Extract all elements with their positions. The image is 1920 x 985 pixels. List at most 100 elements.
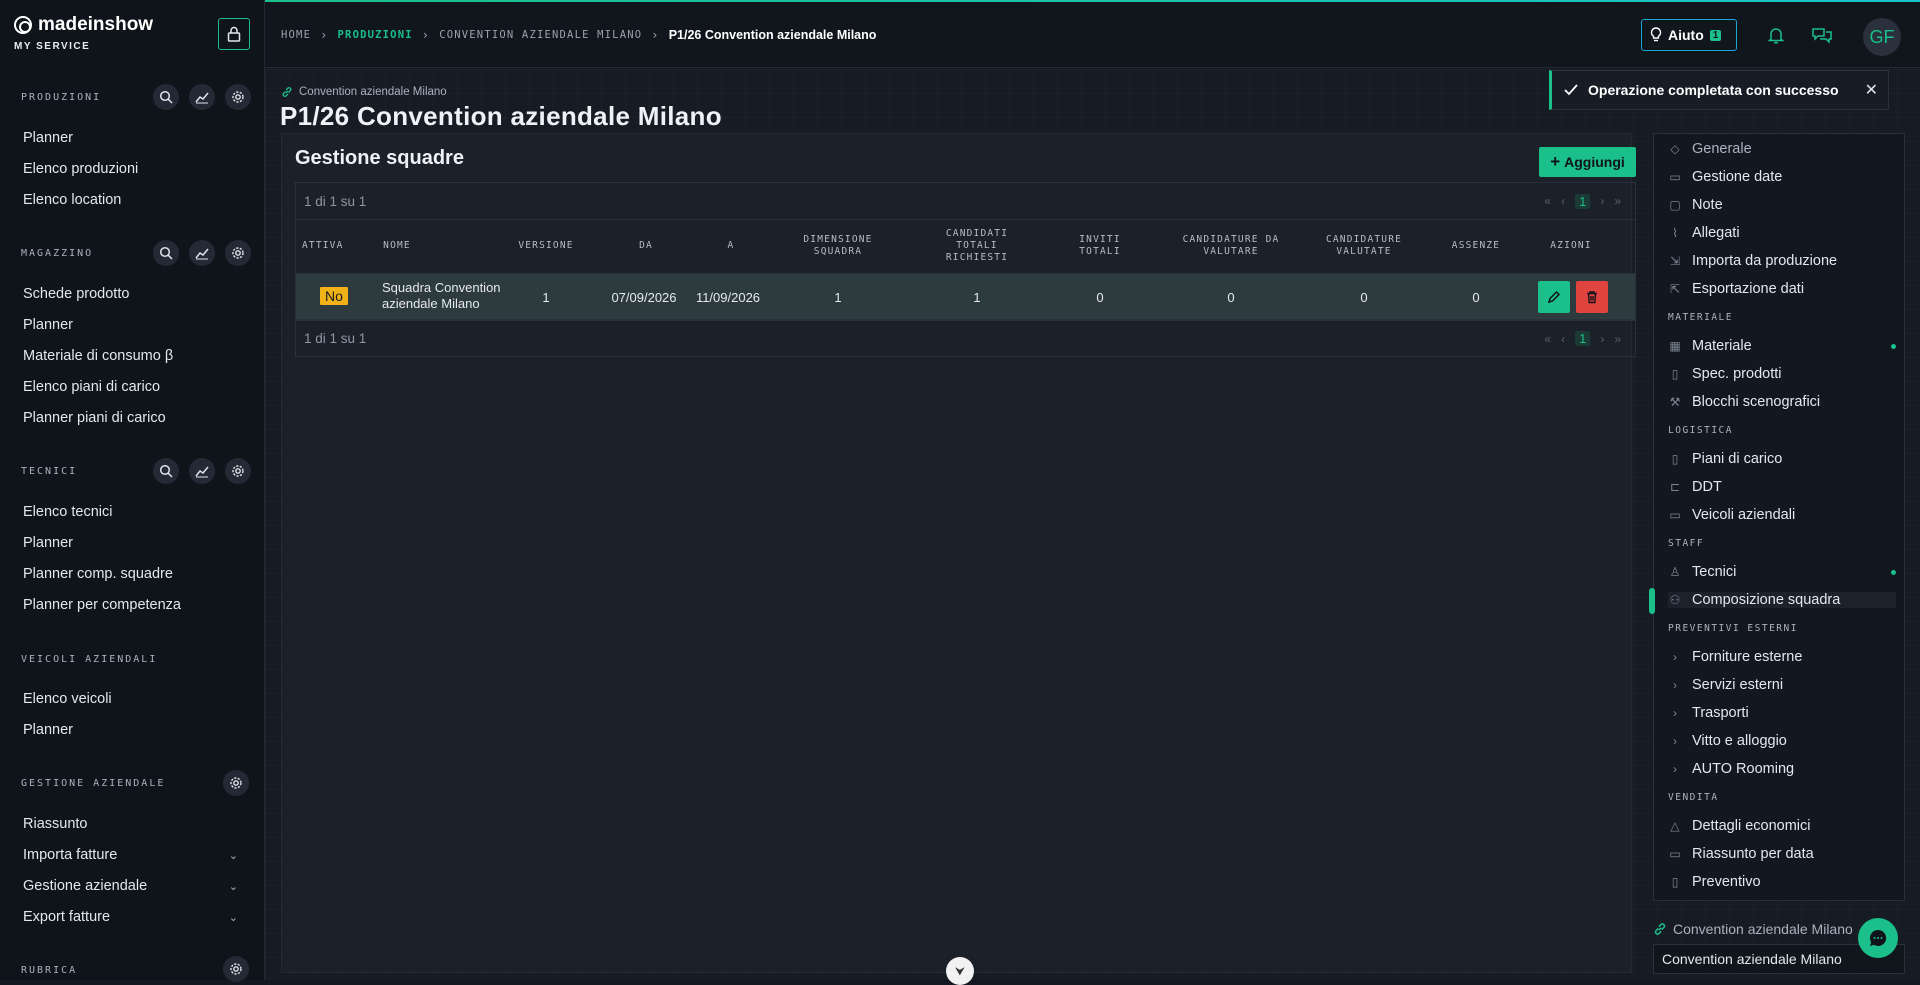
nav-label: Materiale xyxy=(1692,338,1752,354)
lock-button[interactable] xyxy=(218,18,250,50)
success-toast: Operazione completata con successo ✕ xyxy=(1549,70,1889,110)
nav-dettagli-economici[interactable]: △ Dettagli economici xyxy=(1668,818,1896,834)
nav-blocchi-scenografici[interactable]: ⚒ Blocchi scenografici xyxy=(1668,394,1896,410)
nav-veicoli-aziendali[interactable]: ▭ Veicoli aziendali xyxy=(1668,507,1896,523)
table-row[interactable]: No Squadra Convention aziendale Milano 1… xyxy=(296,274,1635,320)
settings-button[interactable] xyxy=(225,84,251,110)
nav-materiale[interactable]: ▦ Materiale xyxy=(1668,338,1896,354)
brand-name: madeinshow xyxy=(38,14,154,35)
stats-button[interactable] xyxy=(189,458,215,484)
first-page-icon[interactable]: « xyxy=(1544,332,1551,346)
sidebar-item-planner[interactable]: Planner xyxy=(23,535,238,551)
search-button[interactable] xyxy=(153,84,179,110)
sidebar-item-gestione-aziendale[interactable]: Gestione aziendale ⌄ xyxy=(23,878,238,894)
prev-page-icon[interactable]: ‹ xyxy=(1561,194,1565,208)
column-header-candidati[interactable]: CANDIDATI TOTALI RICHIESTI xyxy=(942,228,1012,264)
nav-riassunto-data[interactable]: ▭ Riassunto per data xyxy=(1668,846,1896,862)
stats-button[interactable] xyxy=(189,240,215,266)
sidebar-item-planner-competenza[interactable]: Planner per competenza xyxy=(23,597,238,613)
parent-link[interactable]: Convention aziendale Milano xyxy=(281,86,447,98)
sidebar-item-planner[interactable]: Planner xyxy=(23,317,238,333)
search-button[interactable] xyxy=(153,240,179,266)
breadcrumb-home[interactable]: HOME xyxy=(281,29,311,41)
help-button[interactable]: Aiuto 1 xyxy=(1641,19,1737,51)
nav-trasporti[interactable]: › Trasporti xyxy=(1668,705,1896,721)
sidebar-item-importa-fatture[interactable]: Importa fatture ⌄ xyxy=(23,847,238,863)
nav-ddt[interactable]: ⊏ DDT xyxy=(1668,479,1896,495)
sidebar-item-export-fatture[interactable]: Export fatture ⌄ xyxy=(23,909,238,925)
sidebar-item-planner[interactable]: Planner xyxy=(23,130,238,146)
sidebar-item-elenco-piani-carico[interactable]: Elenco piani di carico xyxy=(23,379,238,395)
nav-auto-rooming[interactable]: › AUTO Rooming xyxy=(1668,761,1896,777)
row-assenze: 0 xyxy=(1472,290,1480,305)
nav-label: Dettagli economici xyxy=(1692,818,1811,834)
column-header-a[interactable]: A xyxy=(721,240,741,252)
toast-message: Operazione completata con successo xyxy=(1588,82,1839,98)
column-header-dimensione[interactable]: DIMENSIONE SQUADRA xyxy=(798,234,878,258)
sidebar-item-materiale-consumo[interactable]: Materiale di consumo β xyxy=(23,348,238,364)
current-page[interactable]: 1 xyxy=(1575,193,1591,209)
sidebar-item-elenco-produzioni[interactable]: Elenco produzioni xyxy=(23,161,238,177)
next-page-icon[interactable]: › xyxy=(1600,332,1604,346)
prev-page-icon[interactable]: ‹ xyxy=(1561,332,1565,346)
nav-composizione-squadra[interactable]: ⚇ Composizione squadra xyxy=(1649,588,1896,614)
sidebar-item-planner[interactable]: Planner xyxy=(23,722,238,738)
sidebar-item-planner-comp-squadre[interactable]: Planner comp. squadre xyxy=(23,566,238,582)
chat-button[interactable] xyxy=(1858,918,1898,958)
current-page[interactable]: 1 xyxy=(1575,331,1591,346)
nav-tecnici[interactable]: ♙ Tecnici xyxy=(1668,564,1896,580)
nav-servizi-esterni[interactable]: › Servizi esterni xyxy=(1668,677,1896,693)
edit-button[interactable] xyxy=(1538,281,1570,313)
parent-link-label: Convention aziendale Milano xyxy=(299,86,447,98)
sidebar-item-planner-piani-carico[interactable]: Planner piani di carico xyxy=(23,410,238,426)
nav-label: Vitto e alloggio xyxy=(1692,733,1787,749)
nav-vitto-alloggio[interactable]: › Vitto e alloggio xyxy=(1668,733,1896,749)
nav-esportazione-dati[interactable]: ⇱ Esportazione dati xyxy=(1668,281,1896,297)
sidebar-item-schede-prodotto[interactable]: Schede prodotto xyxy=(23,286,238,302)
nav-spec-prodotti[interactable]: ▯ Spec. prodotti xyxy=(1668,366,1896,382)
settings-button[interactable] xyxy=(225,240,251,266)
messages-button[interactable] xyxy=(1811,26,1833,47)
column-header-da[interactable]: DA xyxy=(636,240,656,252)
nav-gestione-date[interactable]: ▭ Gestione date xyxy=(1668,169,1896,185)
nav-allegati[interactable]: ⌇ Allegati xyxy=(1668,225,1896,241)
nav-forniture-esterne[interactable]: › Forniture esterne xyxy=(1668,649,1896,665)
next-page-icon[interactable]: › xyxy=(1600,194,1604,208)
add-button[interactable]: + Aggiungi xyxy=(1539,147,1636,177)
column-header-assenze[interactable]: ASSENZE xyxy=(1446,240,1506,252)
footer-link[interactable]: Convention aziendale Milano xyxy=(1653,921,1853,937)
settings-button[interactable] xyxy=(225,458,251,484)
column-header-inviti[interactable]: INVITI TOTALI xyxy=(1072,234,1128,258)
nav-preventivo[interactable]: ▯ Preventivo xyxy=(1668,874,1896,890)
avatar[interactable]: GF xyxy=(1863,18,1901,56)
sidebar-item-riassunto[interactable]: Riassunto xyxy=(23,816,238,832)
breadcrumb-convention[interactable]: CONVENTION AZIENDALE MILANO xyxy=(439,29,642,41)
nav-note[interactable]: ▢ Note xyxy=(1668,197,1896,213)
last-page-icon[interactable]: » xyxy=(1614,332,1621,346)
notifications-button[interactable] xyxy=(1767,26,1785,47)
scroll-down-button[interactable]: ⮟ xyxy=(946,957,974,985)
sidebar-item-elenco-veicoli[interactable]: Elenco veicoli xyxy=(23,691,238,707)
sidebar-item-elenco-tecnici[interactable]: Elenco tecnici xyxy=(23,504,238,520)
nav-piani-carico[interactable]: ▯ Piani di carico xyxy=(1668,451,1896,467)
settings-button[interactable] xyxy=(223,956,249,982)
search-button[interactable] xyxy=(153,458,179,484)
close-icon[interactable]: ✕ xyxy=(1865,80,1878,100)
nav-generale[interactable]: ◇ Generale xyxy=(1668,141,1896,157)
gear-icon xyxy=(232,247,244,259)
sidebar-item-elenco-location[interactable]: Elenco location xyxy=(23,192,238,208)
link-icon xyxy=(282,87,292,97)
settings-button[interactable] xyxy=(223,770,249,796)
column-header-da-valutare[interactable]: CANDIDATURE DA VALUTARE xyxy=(1176,234,1286,258)
column-header-versione[interactable]: VERSIONE xyxy=(516,240,576,252)
stats-button[interactable] xyxy=(189,84,215,110)
column-header-attiva[interactable]: ATTIVA xyxy=(302,240,342,252)
first-page-icon[interactable]: « xyxy=(1544,194,1551,208)
last-page-icon[interactable]: » xyxy=(1614,194,1621,208)
column-header-nome[interactable]: NOME xyxy=(382,240,412,252)
column-header-valutate[interactable]: CANDIDATURE VALUTATE xyxy=(1319,234,1409,258)
brand-logo[interactable]: madeinshow MY SERVICE xyxy=(14,14,153,52)
nav-importa-produzione[interactable]: ⇲ Importa da produzione xyxy=(1668,253,1896,269)
delete-button[interactable] xyxy=(1576,281,1608,313)
breadcrumb-produzioni[interactable]: PRODUZIONI xyxy=(338,29,413,41)
